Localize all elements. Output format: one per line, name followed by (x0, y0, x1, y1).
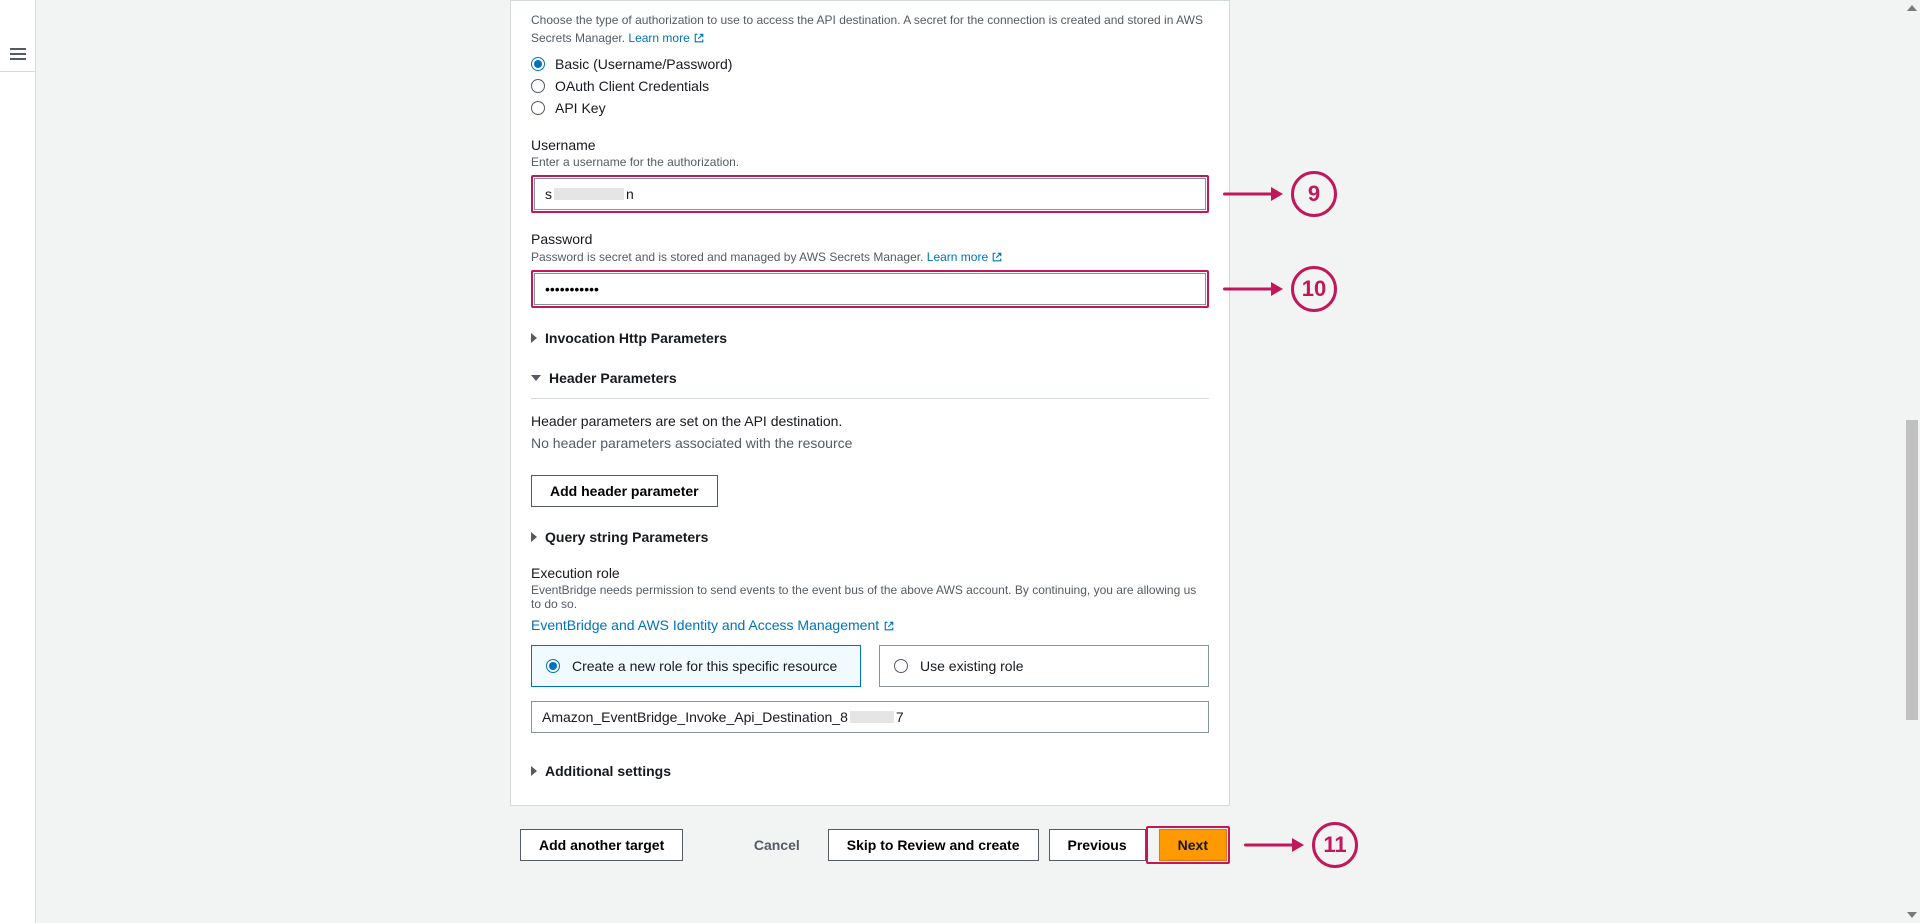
triangle-down-icon (531, 375, 541, 381)
scroll-down-icon[interactable] (1904, 907, 1920, 923)
auth-radio-oauth[interactable]: OAuth Client Credentials (531, 75, 1209, 97)
radio-icon (531, 79, 545, 93)
radio-icon (546, 659, 560, 673)
radio-label: API Key (555, 100, 606, 116)
username-label: Username (531, 137, 1209, 153)
previous-button[interactable]: Previous (1049, 829, 1146, 861)
triangle-right-icon (531, 532, 537, 542)
target-config-card: Choose the type of authorization to use … (510, 0, 1230, 806)
role-name-input[interactable]: Amazon_EventBridge_Invoke_Api_Destinatio… (531, 701, 1209, 733)
username-hint: Enter a username for the authorization. (531, 155, 1209, 169)
password-hint: Password is secret and is stored and man… (531, 249, 1209, 264)
callout-10: 10 (1223, 266, 1337, 312)
invocation-params-expander: Invocation Http Parameters (531, 328, 1209, 348)
sidebar-stripe (0, 0, 36, 923)
auth-radio-basic[interactable]: Basic (Username/Password) (531, 53, 1209, 75)
wizard-footer: Add another target Cancel Skip to Review… (510, 826, 1230, 864)
role-name-suffix: 7 (896, 709, 904, 725)
username-value-prefix: s (545, 186, 552, 202)
password-learn-more-link[interactable]: Learn more (927, 250, 1004, 264)
auth-type-radio-group: Basic (Username/Password) OAuth Client C… (531, 53, 1209, 119)
additional-settings-toggle[interactable]: Additional settings (531, 761, 1209, 781)
additional-title: Additional settings (545, 763, 671, 779)
external-link-icon (693, 31, 705, 43)
header-params-expander: Header Parameters Header parameters are … (531, 368, 1209, 507)
iam-link[interactable]: EventBridge and AWS Identity and Access … (531, 617, 895, 633)
auth-description: Choose the type of authorization to use … (531, 11, 1209, 47)
role-create-new[interactable]: Create a new role for this specific reso… (531, 645, 861, 687)
redacted-segment (850, 711, 894, 723)
invocation-params-toggle[interactable]: Invocation Http Parameters (531, 328, 1209, 348)
execution-role-hint: EventBridge needs permission to send eve… (531, 583, 1209, 611)
auth-learn-more-link[interactable]: Learn more (628, 31, 705, 45)
callout-9: 9 (1223, 171, 1337, 217)
password-label: Password (531, 231, 1209, 247)
scroll-up-icon[interactable] (1904, 0, 1920, 16)
execution-role-label: Execution role (531, 565, 1209, 581)
role-use-existing[interactable]: Use existing role (879, 645, 1209, 687)
arrow-icon (1223, 190, 1283, 198)
username-input[interactable]: s n (534, 178, 1206, 210)
callout-11: 11 (1244, 822, 1358, 868)
role-use-existing-label: Use existing role (920, 658, 1024, 674)
triangle-right-icon (531, 333, 537, 343)
skip-to-review-button[interactable]: Skip to Review and create (828, 829, 1039, 861)
query-params-expander: Query string Parameters (531, 527, 1209, 547)
radio-label: Basic (Username/Password) (555, 56, 732, 72)
additional-settings-expander: Additional settings (531, 761, 1209, 781)
username-field: Username Enter a username for the author… (531, 137, 1209, 213)
arrow-icon (1244, 841, 1304, 849)
external-link-icon (883, 619, 895, 631)
next-button[interactable]: Next (1159, 829, 1227, 861)
password-input[interactable] (534, 273, 1206, 305)
invocation-title: Invocation Http Parameters (545, 330, 727, 346)
radio-icon (531, 57, 545, 71)
headers-empty: No header parameters associated with the… (531, 435, 1209, 451)
radio-icon (894, 659, 908, 673)
query-title: Query string Parameters (545, 529, 708, 545)
redacted-segment (554, 188, 624, 200)
cancel-button[interactable]: Cancel (736, 829, 818, 861)
role-create-new-label: Create a new role for this specific reso… (572, 658, 837, 674)
callout-circle-9: 9 (1291, 171, 1337, 217)
highlight-box-10 (531, 270, 1209, 308)
callout-circle-11: 11 (1312, 822, 1358, 868)
query-params-toggle[interactable]: Query string Parameters (531, 527, 1209, 547)
auth-radio-apikey[interactable]: API Key (531, 97, 1209, 119)
scrollbar-thumb[interactable] (1906, 420, 1918, 720)
headers-desc: Header parameters are set on the API des… (531, 413, 1209, 429)
headers-title: Header Parameters (549, 370, 677, 386)
hamburger-icon (10, 48, 26, 60)
radio-icon (531, 101, 545, 115)
highlight-box-11: Next (1146, 826, 1230, 864)
execution-role-section: Execution role EventBridge needs permiss… (531, 565, 1209, 733)
triangle-right-icon (531, 766, 537, 776)
highlight-box-9: s n (531, 175, 1209, 213)
header-params-toggle[interactable]: Header Parameters (531, 368, 1209, 388)
role-choice-group: Create a new role for this specific reso… (531, 645, 1209, 687)
role-name-prefix: Amazon_EventBridge_Invoke_Api_Destinatio… (542, 709, 848, 725)
add-another-target-button[interactable]: Add another target (520, 829, 683, 861)
sidebar-toggle[interactable] (0, 36, 36, 72)
radio-label: OAuth Client Credentials (555, 78, 709, 94)
callout-circle-10: 10 (1291, 266, 1337, 312)
password-field: Password Password is secret and is store… (531, 231, 1209, 308)
scrollbar[interactable] (1904, 0, 1920, 923)
username-value-suffix: n (626, 186, 634, 202)
arrow-icon (1223, 285, 1283, 293)
add-header-parameter-button[interactable]: Add header parameter (531, 475, 718, 507)
external-link-icon (991, 251, 1003, 263)
